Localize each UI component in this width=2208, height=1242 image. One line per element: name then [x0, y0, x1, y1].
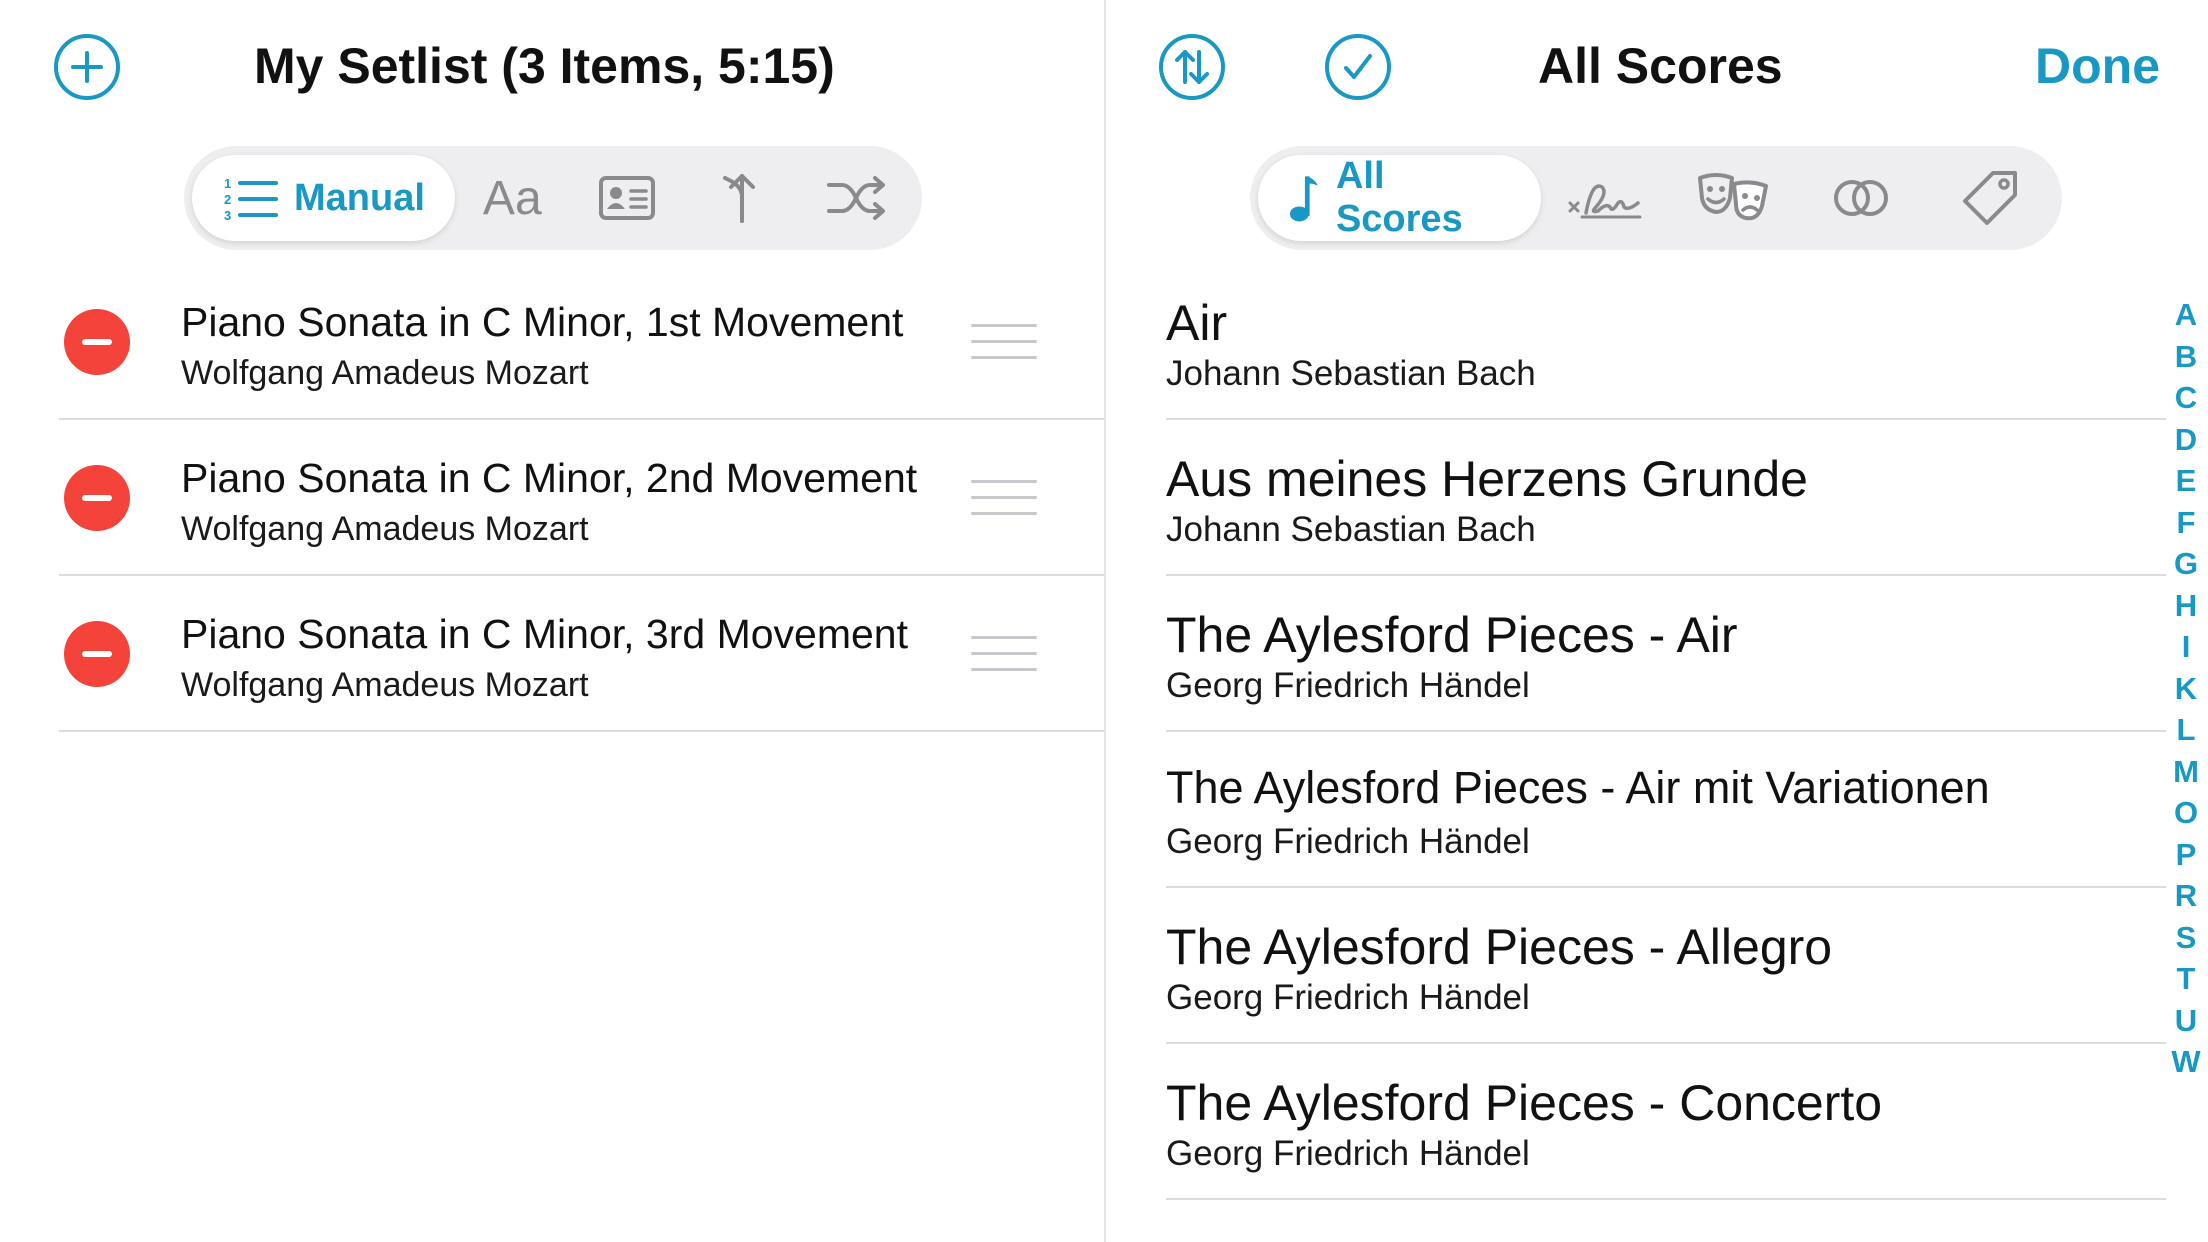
music-note-icon — [1289, 176, 1319, 222]
score-title: Aus meines Herzens Grunde — [1166, 451, 1808, 507]
remove-item-button[interactable] — [64, 621, 130, 687]
score-row[interactable]: Air Johann Sebastian Bach — [1106, 280, 2166, 436]
row-separator — [59, 730, 1104, 732]
index-letter[interactable]: U — [2175, 1000, 2197, 1042]
shuffle-icon — [826, 176, 885, 220]
text-aa-icon: Aa — [482, 171, 542, 225]
done-button[interactable]: Done — [2035, 30, 2160, 102]
row-separator — [1166, 730, 2166, 732]
remove-item-button[interactable] — [64, 309, 130, 375]
library-filter-control: All Scores — [1250, 146, 2062, 250]
index-letter[interactable]: C — [2175, 377, 2197, 419]
index-letter[interactable]: E — [2176, 460, 2197, 502]
reorder-handle[interactable] — [971, 636, 1037, 672]
index-letter[interactable]: F — [2177, 502, 2196, 544]
setlist-row[interactable]: Piano Sonata in C Minor, 1st Movement Wo… — [0, 264, 1104, 420]
sort-merge-segment[interactable] — [684, 155, 799, 241]
svg-text:1: 1 — [224, 176, 231, 191]
index-letter[interactable]: I — [2182, 626, 2191, 668]
library-pane: All Scores Done All Scores Air Johann Se… — [1106, 0, 2208, 1242]
score-title: Air — [1166, 295, 1228, 351]
score-title: The Aylesford Pieces - Air — [1166, 607, 1738, 663]
setlist-item-title: Piano Sonata in C Minor, 2nd Movement — [181, 455, 918, 501]
add-to-setlist-button[interactable] — [54, 34, 120, 100]
index-letter[interactable]: S — [2176, 917, 2197, 959]
checkmark-circle-icon — [1344, 54, 1372, 79]
index-letter[interactable]: P — [2176, 834, 2197, 876]
reorder-handle[interactable] — [971, 324, 1037, 360]
score-composer: Johann Sebastian Bach — [1166, 354, 1536, 393]
reorder-handle[interactable] — [971, 480, 1037, 516]
setlist-item-title: Piano Sonata in C Minor, 1st Movement — [181, 299, 904, 345]
setlist-row[interactable]: Piano Sonata in C Minor, 2nd Movement Wo… — [0, 420, 1104, 576]
score-title: The Aylesford Pieces - Allegro — [1166, 919, 1833, 975]
setlist-row[interactable]: Piano Sonata in C Minor, 3rd Movement Wo… — [0, 576, 1104, 732]
score-composer: Johann Sebastian Bach — [1166, 510, 1536, 549]
row-separator — [1166, 574, 2166, 576]
score-composer: Georg Friedrich Händel — [1166, 666, 1530, 705]
sort-arrows-circle-icon — [1175, 50, 1209, 84]
row-separator — [1166, 1042, 2166, 1044]
setlist-item-title: Piano Sonata in C Minor, 3rd Movement — [181, 611, 908, 657]
index-letter[interactable]: T — [2177, 958, 2196, 1000]
sort-manual-label: Manual — [294, 176, 425, 219]
score-row[interactable]: The Aylesford Pieces - Allegro Georg Fri… — [1106, 904, 2166, 1060]
setlist-title: My Setlist (3 Items, 5:15) — [254, 38, 835, 94]
merge-arrow-up-icon — [722, 174, 755, 223]
score-row[interactable]: The Aylesford Pieces - Air mit Variation… — [1106, 748, 2166, 904]
index-letter[interactable]: O — [2174, 792, 2198, 834]
index-letter[interactable]: H — [2175, 585, 2197, 627]
index-letter[interactable]: M — [2173, 751, 2199, 793]
score-title: The Aylesford Pieces - Air mit Variation… — [1166, 762, 1990, 813]
index-letter[interactable]: B — [2175, 336, 2197, 378]
app-window: My Setlist (3 Items, 5:15) 1 2 3 Manual … — [0, 0, 2208, 1242]
row-separator — [1166, 886, 2166, 888]
setlist-item-composer: Wolfgang Amadeus Mozart — [181, 510, 589, 548]
setlist-item-composer: Wolfgang Amadeus Mozart — [181, 666, 589, 704]
filter-tags-segment[interactable] — [1926, 155, 2054, 241]
setlist-sort-control: 1 2 3 Manual Aa — [184, 146, 922, 250]
select-button[interactable] — [1325, 34, 1391, 100]
score-composer: Georg Friedrich Händel — [1166, 822, 1530, 861]
index-letter[interactable]: D — [2175, 419, 2197, 461]
score-composer: Georg Friedrich Händel — [1166, 978, 1530, 1017]
sort-composer-segment[interactable] — [570, 155, 685, 241]
index-letter[interactable]: G — [2174, 543, 2198, 585]
row-separator — [1166, 418, 2166, 420]
theater-masks-icon — [1698, 173, 1769, 221]
index-letter[interactable]: K — [2175, 668, 2197, 710]
sort-manual-segment[interactable]: 1 2 3 Manual — [192, 155, 455, 241]
sort-title-segment[interactable]: Aa — [455, 155, 570, 241]
setlist-item-composer: Wolfgang Amadeus Mozart — [181, 354, 589, 392]
id-card-icon — [599, 176, 656, 220]
row-separator — [1166, 1198, 2166, 1200]
index-letter[interactable]: L — [2177, 709, 2196, 751]
filter-genre-segment[interactable] — [1669, 155, 1797, 241]
setlist-pane: My Setlist (3 Items, 5:15) 1 2 3 Manual … — [0, 0, 1104, 1242]
score-row[interactable]: The Aylesford Pieces - Air Georg Friedri… — [1106, 592, 2166, 748]
signature-icon — [1568, 184, 1642, 219]
plus-circle-icon — [71, 51, 103, 83]
numbered-list-icon: 1 2 3 — [224, 176, 278, 221]
sort-order-button[interactable] — [1159, 34, 1225, 100]
filter-all-scores-segment[interactable]: All Scores — [1258, 155, 1541, 241]
filter-composer-segment[interactable] — [1541, 155, 1669, 241]
svg-text:2: 2 — [224, 192, 231, 207]
score-composer: Georg Friedrich Händel — [1166, 1134, 1530, 1173]
filter-all-scores-label: All Scores — [1335, 155, 1463, 240]
svg-text:3: 3 — [224, 208, 231, 221]
score-row[interactable]: Aus meines Herzens Grunde Johann Sebasti… — [1106, 436, 2166, 592]
index-letter[interactable]: R — [2175, 875, 2197, 917]
remove-item-button[interactable] — [64, 465, 130, 531]
tag-icon — [1962, 171, 2017, 225]
library-title: All Scores — [1538, 38, 1783, 94]
alphabet-index[interactable]: A B C D E F G H I K L M O P R S T U W — [2164, 294, 2208, 1083]
toggle-circles-icon — [1834, 180, 1889, 216]
index-letter[interactable]: W — [2171, 1041, 2200, 1083]
sort-shuffle-segment[interactable] — [799, 155, 914, 241]
score-row[interactable]: The Aylesford Pieces - Concerto Georg Fr… — [1106, 1060, 2166, 1216]
filter-collections-segment[interactable] — [1797, 155, 1925, 241]
index-letter[interactable]: A — [2175, 294, 2197, 336]
score-title: The Aylesford Pieces - Concerto — [1166, 1075, 1883, 1131]
